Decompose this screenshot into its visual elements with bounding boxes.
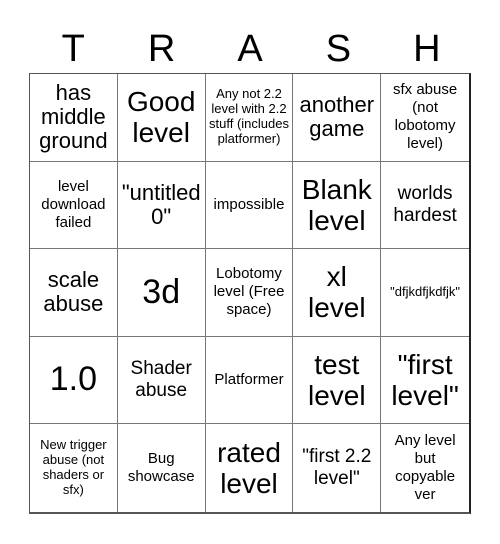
bingo-cell[interactable]: Any not 2.2 level with 2.2 stuff (includ… <box>205 74 294 162</box>
bingo-cell[interactable]: New trigger abuse (not shaders or sfx) <box>30 424 118 512</box>
header-letter-a: A <box>237 28 263 70</box>
bingo-header: T R A S H <box>29 24 471 74</box>
bingo-cell[interactable]: Shader abuse <box>117 336 206 425</box>
header-letter-t: T <box>61 28 85 70</box>
bingo-cell[interactable]: "dfjkdfjkdfjk" <box>381 249 469 337</box>
header-letter-r: R <box>147 28 176 70</box>
bingo-cell[interactable]: "untitled 0" <box>117 161 206 250</box>
bingo-cell[interactable]: scale abuse <box>30 249 118 337</box>
bingo-cell[interactable]: 1.0 <box>30 336 118 425</box>
bingo-cell[interactable]: Any level but copyable ver <box>381 424 469 512</box>
bingo-cell[interactable]: "first level" <box>381 337 469 425</box>
bingo-cell[interactable]: Good level <box>117 74 206 162</box>
bingo-cell[interactable]: 3d <box>117 249 206 337</box>
bingo-cell[interactable]: Platformer <box>205 336 294 425</box>
bingo-cell[interactable]: test level <box>293 336 382 425</box>
bingo-cell[interactable]: rated level <box>206 424 294 512</box>
bingo-cell[interactable]: another game <box>293 74 382 162</box>
bingo-cell[interactable]: impossible <box>205 161 294 250</box>
bingo-cell[interactable]: has middle ground <box>30 74 118 162</box>
bingo-cell[interactable]: level download failed <box>30 161 118 250</box>
bingo-cell[interactable]: worlds hardest <box>381 162 469 250</box>
bingo-board: has middle ground Good level Any not 2.2… <box>29 73 471 514</box>
bingo-cell[interactable]: xl level <box>293 249 382 337</box>
bingo-cell[interactable]: sfx abuse (not lobotomy level) <box>381 74 469 162</box>
bingo-cell-free-space[interactable]: Lobotomy level (Free space) <box>205 249 294 337</box>
bingo-cell[interactable]: Bug showcase <box>118 424 206 512</box>
header-letter-s: S <box>325 28 352 70</box>
bingo-cell[interactable]: "first 2.2 level" <box>293 424 382 512</box>
bingo-cell[interactable]: Blank level <box>293 161 382 250</box>
header-letter-h: H <box>413 28 441 70</box>
